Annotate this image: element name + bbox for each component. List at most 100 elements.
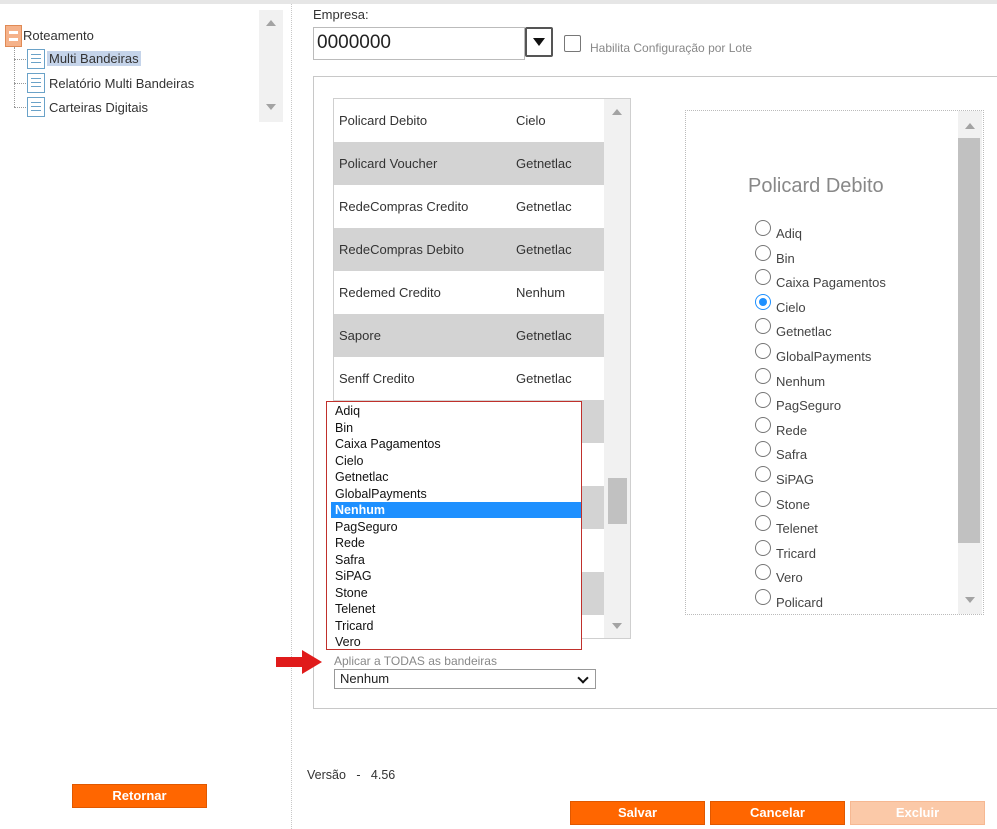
tree-item-relatorio-multi-bandeiras[interactable]: Relatório Multi Bandeiras: [49, 76, 194, 91]
dropdown-option[interactable]: Adiq: [331, 403, 581, 419]
apply-all-select[interactable]: Nenhum: [334, 669, 596, 689]
dropdown-option[interactable]: Rede: [331, 535, 581, 551]
radio-label: GlobalPayments: [776, 349, 872, 364]
radio-label: Telenet: [776, 521, 818, 537]
bandeira-name: Policard Debito: [339, 113, 428, 128]
list-item[interactable]: Policard Voucher Getnetlac: [334, 142, 604, 185]
radio-label: Adiq: [776, 226, 803, 241]
bandeira-name: Policard Voucher: [339, 156, 438, 171]
dropdown-option[interactable]: Telenet: [331, 601, 581, 617]
radio-button[interactable]: [755, 416, 771, 433]
tree-connector: [14, 83, 28, 84]
radio-label: Bin: [776, 250, 795, 266]
panel-divider: [291, 4, 292, 829]
radio-button[interactable]: [755, 343, 771, 359]
top-bar: [0, 0, 997, 4]
radio-label: Vero: [776, 570, 803, 586]
list-item[interactable]: Policard Debito Cielo: [334, 99, 604, 142]
scroll-down-icon[interactable]: [965, 597, 975, 603]
radio-label: Stone: [776, 496, 810, 512]
empresa-input[interactable]: 0000000: [313, 27, 525, 60]
radio-label: Tricard: [776, 545, 816, 561]
empresa-dropdown-button[interactable]: [525, 27, 553, 57]
scroll-up-icon[interactable]: [965, 123, 975, 129]
list-scrollbar[interactable]: [604, 99, 630, 638]
excluir-button[interactable]: Excluir: [850, 801, 985, 825]
apply-all-label: Aplicar a TODAS as bandeiras: [334, 654, 497, 668]
dropdown-option-selected[interactable]: Nenhum: [331, 502, 581, 518]
adquirente-dropdown-list[interactable]: Adiq Bin Caixa Pagamentos Cielo Getnetla…: [326, 401, 582, 650]
adquirente-value: Getnetlac: [516, 242, 572, 257]
list-item[interactable]: RedeCompras Credito Getnetlac: [334, 185, 604, 228]
dropdown-option[interactable]: Stone: [331, 585, 581, 601]
radio-label: SiPAG: [776, 472, 815, 487]
radio-label: Nenhum: [776, 373, 826, 389]
adquirente-value: Cielo: [516, 113, 546, 128]
adquirente-value: Nenhum: [516, 285, 566, 300]
tree-scrollbar[interactable]: [259, 10, 283, 122]
lote-checkbox-label: Habilita Configuração por Lote: [590, 41, 753, 55]
list-scroll-thumb[interactable]: [608, 478, 627, 524]
chevron-down-icon: [577, 672, 589, 684]
radio-label: Policard: [776, 595, 823, 610]
dropdown-option[interactable]: Tricard: [331, 618, 581, 634]
scroll-down-icon[interactable]: [612, 623, 622, 629]
bandeira-name: Redemed Credito: [339, 285, 441, 300]
radio-label: Caixa Pagamentos: [776, 275, 886, 291]
list-item[interactable]: Senff Credito Getnetlac: [334, 357, 604, 400]
radio-button[interactable]: [755, 490, 771, 507]
radio-button[interactable]: [755, 244, 771, 261]
salvar-button[interactable]: Salvar: [570, 801, 705, 825]
apply-all-select-value: Nenhum: [340, 671, 390, 686]
caret-down-icon: [533, 38, 545, 46]
bandeira-name: RedeCompras Debito: [339, 242, 465, 257]
radio-label: Rede: [776, 422, 808, 438]
version-label: Versão - 4.56: [307, 768, 396, 782]
radio-button[interactable]: [755, 466, 771, 482]
dropdown-option[interactable]: Getnetlac: [331, 469, 581, 485]
dropdown-option[interactable]: Vero: [331, 634, 581, 650]
tree-root-label[interactable]: Roteamento: [23, 28, 94, 43]
cancelar-button[interactable]: Cancelar: [710, 801, 845, 825]
radio-button[interactable]: [755, 589, 771, 605]
bandeira-name: Sapore: [339, 328, 381, 343]
dropdown-option[interactable]: PagSeguro: [331, 519, 581, 535]
folder-icon: [5, 25, 22, 47]
dropdown-option[interactable]: Bin: [331, 420, 581, 436]
report-icon: [27, 49, 45, 69]
list-item[interactable]: Redemed Credito Nenhum: [334, 271, 604, 314]
lote-checkbox[interactable]: [564, 35, 581, 52]
dropdown-option[interactable]: SiPAG: [331, 568, 581, 584]
list-item[interactable]: RedeCompras Debito Getnetlac: [334, 228, 604, 271]
report-icon: [27, 73, 45, 93]
radio-label: PagSeguro: [776, 398, 842, 414]
adquirente-value: Getnetlac: [516, 199, 572, 214]
retornar-button[interactable]: Retornar: [72, 784, 207, 808]
report-icon: [27, 97, 45, 117]
radio-button[interactable]: [755, 539, 771, 556]
radio-label: Getnetlac: [776, 324, 832, 340]
radio-button-checked[interactable]: [755, 293, 771, 310]
empresa-label: Empresa:: [313, 7, 369, 22]
radio-panel-title: Policard Debito: [748, 175, 884, 197]
tree-item-multi-bandeiras[interactable]: Multi Bandeiras: [47, 51, 141, 66]
adquirente-value: Getnetlac: [516, 328, 572, 343]
radio-label: Safra: [776, 447, 808, 463]
scroll-up-icon[interactable]: [612, 109, 622, 115]
adquirente-value: Getnetlac: [516, 371, 572, 386]
bandeira-name: Senff Credito: [339, 371, 415, 386]
radio-panel-scroll-thumb[interactable]: [958, 138, 980, 543]
tree-connector: [14, 107, 28, 108]
dropdown-option[interactable]: Cielo: [331, 453, 581, 469]
scroll-down-icon[interactable]: [266, 104, 276, 110]
radio-label: Cielo: [776, 299, 806, 315]
tree-connector: [14, 59, 28, 60]
radio-button[interactable]: [755, 367, 771, 384]
dropdown-option[interactable]: GlobalPayments: [331, 486, 581, 502]
dropdown-option[interactable]: Caixa Pagamentos: [331, 436, 581, 452]
tree-item-carteiras-digitais[interactable]: Carteiras Digitais: [49, 100, 148, 115]
scroll-up-icon[interactable]: [266, 20, 276, 26]
list-item[interactable]: Sapore Getnetlac: [334, 314, 604, 357]
dropdown-option[interactable]: Safra: [331, 552, 581, 568]
radio-button[interactable]: [755, 220, 771, 236]
